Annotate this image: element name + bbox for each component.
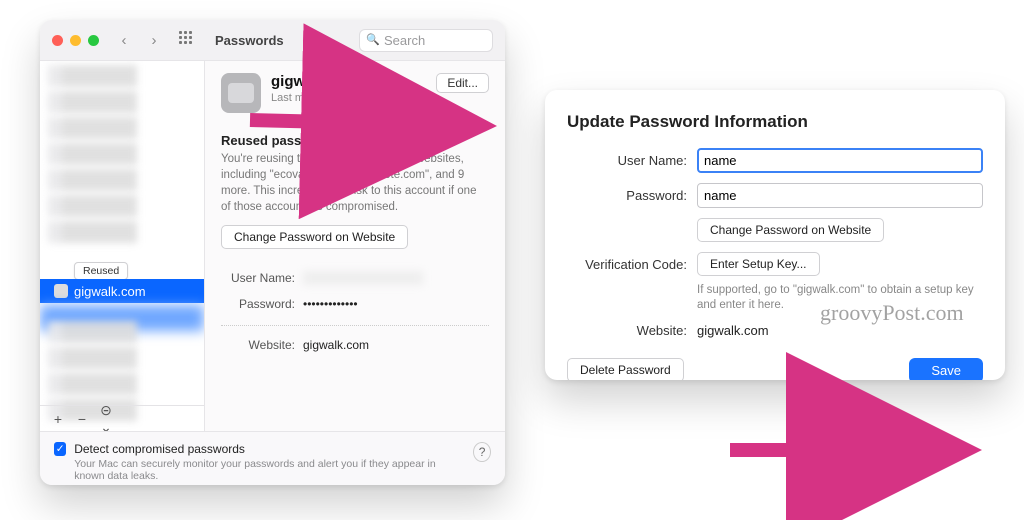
update-password-dialog: Update Password Information User Name: P… <box>545 90 1005 380</box>
zoom-icon[interactable] <box>88 35 99 46</box>
website-label-d: Website: <box>567 323 697 338</box>
password-value: ••••••••••••• <box>303 297 489 311</box>
website-value: gigwalk.com <box>303 338 489 352</box>
password-input[interactable] <box>697 183 983 208</box>
enter-setup-key-button[interactable]: Enter Setup Key... <box>697 252 820 276</box>
add-button[interactable]: + <box>48 411 68 427</box>
footer: ✓ Detect compromised passwords Your Mac … <box>40 431 505 485</box>
username-value <box>303 271 423 285</box>
window-controls <box>52 35 99 46</box>
change-password-button[interactable]: Change Password on Website <box>221 225 408 249</box>
sidebar-toolbar: + − ⊝ ⌄ <box>40 405 204 432</box>
website-label: Website: <box>221 338 303 352</box>
password-sidebar: Reused gigwalk.com + − ⊝ ⌄ <box>40 61 205 432</box>
site-title: gigwalk.com <box>271 73 376 90</box>
titlebar: ‹ › Passwords Search <box>40 20 505 61</box>
more-button[interactable]: ⊝ ⌄ <box>96 402 116 432</box>
sidebar-item-label: gigwalk.com <box>74 284 146 299</box>
delete-password-button[interactable]: Delete Password <box>567 358 684 380</box>
change-password-button-d[interactable]: Change Password on Website <box>697 218 884 242</box>
site-avatar <box>221 73 261 113</box>
forward-button[interactable]: › <box>143 29 165 51</box>
sidebar-item-selected[interactable]: gigwalk.com <box>40 279 204 303</box>
watermark: groovyPost.com <box>820 300 964 326</box>
help-button[interactable]: ? <box>473 442 491 462</box>
site-icon <box>54 284 68 298</box>
back-button[interactable]: ‹ <box>113 29 135 51</box>
reused-body: You're reusing this password on other we… <box>221 151 489 215</box>
password-detail: gigwalk.com Last modified 1/19/20 Edit..… <box>205 61 505 432</box>
last-modified: Last modified 1/19/20 <box>271 92 376 104</box>
detect-compromised-checkbox[interactable]: ✓ <box>54 442 66 456</box>
search-input[interactable]: Search <box>359 29 493 52</box>
passwords-window: ‹ › Passwords Search Reused gigwalk.com … <box>40 20 505 485</box>
save-button[interactable]: Save <box>909 358 983 380</box>
show-all-icon[interactable] <box>179 31 197 49</box>
verification-label: Verification Code: <box>567 257 697 272</box>
footer-label: Detect compromised passwords <box>74 442 465 456</box>
remove-button[interactable]: − <box>72 411 92 427</box>
window-title: Passwords <box>215 33 284 48</box>
password-label: Password: <box>221 297 303 311</box>
password-label-d: Password: <box>567 188 697 203</box>
edit-button[interactable]: Edit... <box>436 73 489 93</box>
footer-sub: Your Mac can securely monitor your passw… <box>74 458 465 482</box>
close-icon[interactable] <box>52 35 63 46</box>
dialog-title: Update Password Information <box>567 112 983 132</box>
username-label-d: User Name: <box>567 153 697 168</box>
minimize-icon[interactable] <box>70 35 81 46</box>
reused-tag: Reused <box>74 262 128 280</box>
username-input[interactable] <box>697 148 983 173</box>
username-label: User Name: <box>221 271 303 288</box>
reused-heading: Reused password <box>221 133 489 148</box>
